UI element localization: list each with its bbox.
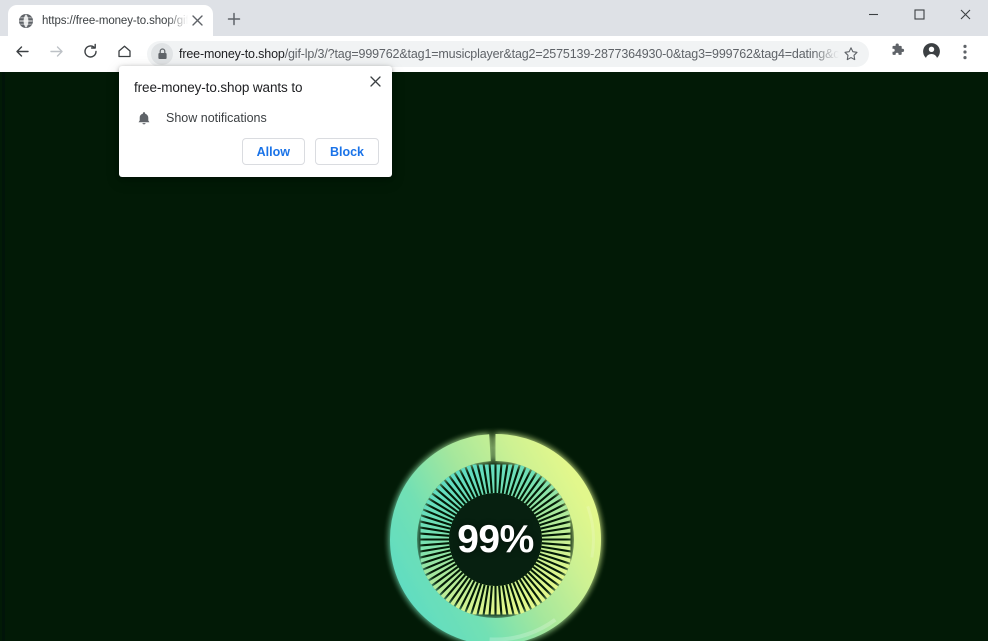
close-icon xyxy=(960,7,971,25)
profile-button[interactable] xyxy=(917,40,945,68)
address-bar[interactable]: free-money-to.shop/gif-lp/3/?tag=999762&… xyxy=(147,41,869,67)
allow-button[interactable]: Allow xyxy=(241,138,305,165)
dialog-actions: Allow Block xyxy=(241,138,379,165)
notification-permission-dialog: free-money-to.shop wants to Show notific… xyxy=(119,66,392,177)
browser-window: https://free-money-to.shop/gif-l free-mo… xyxy=(0,0,988,641)
minimize-button[interactable] xyxy=(850,0,896,32)
back-arrow-icon xyxy=(14,43,31,65)
bell-icon xyxy=(134,108,154,128)
browser-tab[interactable]: https://free-money-to.shop/gif-l xyxy=(8,5,213,36)
profile-avatar-icon xyxy=(922,42,941,66)
puzzle-piece-icon xyxy=(889,43,906,65)
permission-row: Show notifications xyxy=(134,108,267,128)
close-window-button[interactable] xyxy=(942,0,988,32)
forward-arrow-icon xyxy=(48,43,65,65)
forward-button xyxy=(42,40,70,68)
url-host: free-money-to.shop xyxy=(179,47,285,61)
page-left-edge xyxy=(2,72,5,641)
window-controls xyxy=(850,0,988,32)
reload-button[interactable] xyxy=(76,40,104,68)
toolbar-right-actions xyxy=(875,40,988,68)
back-button[interactable] xyxy=(8,40,36,68)
url-path: /gif-lp/3/?tag=999762&tag1=musicplayer&t… xyxy=(284,47,839,61)
progress-gauge: 99% xyxy=(383,427,608,641)
extensions-button[interactable] xyxy=(883,40,911,68)
tab-title: https://free-money-to.shop/gif-l xyxy=(42,14,188,27)
dialog-close-button[interactable] xyxy=(364,72,386,94)
gauge-value-label: 99% xyxy=(457,517,534,561)
maximize-button[interactable] xyxy=(896,0,942,32)
globe-icon xyxy=(18,13,34,29)
three-dot-menu-icon xyxy=(963,44,967,65)
home-icon xyxy=(116,43,133,65)
permission-label: Show notifications xyxy=(166,111,267,125)
tab-close-icon[interactable] xyxy=(188,12,206,30)
bookmark-star-icon[interactable] xyxy=(839,42,863,66)
address-bar-text: free-money-to.shop/gif-lp/3/?tag=999762&… xyxy=(179,47,839,61)
tab-strip: https://free-money-to.shop/gif-l xyxy=(0,0,988,36)
plus-icon xyxy=(227,12,241,31)
close-icon xyxy=(369,74,381,92)
lock-icon[interactable] xyxy=(151,43,173,65)
maximize-icon xyxy=(913,7,925,25)
block-button[interactable]: Block xyxy=(314,138,379,165)
minimize-icon xyxy=(868,7,879,25)
home-button[interactable] xyxy=(110,40,138,68)
reload-icon xyxy=(82,43,99,65)
new-tab-button[interactable] xyxy=(221,8,247,34)
dialog-title: free-money-to.shop wants to xyxy=(134,80,303,95)
browser-menu-button[interactable] xyxy=(951,40,979,68)
